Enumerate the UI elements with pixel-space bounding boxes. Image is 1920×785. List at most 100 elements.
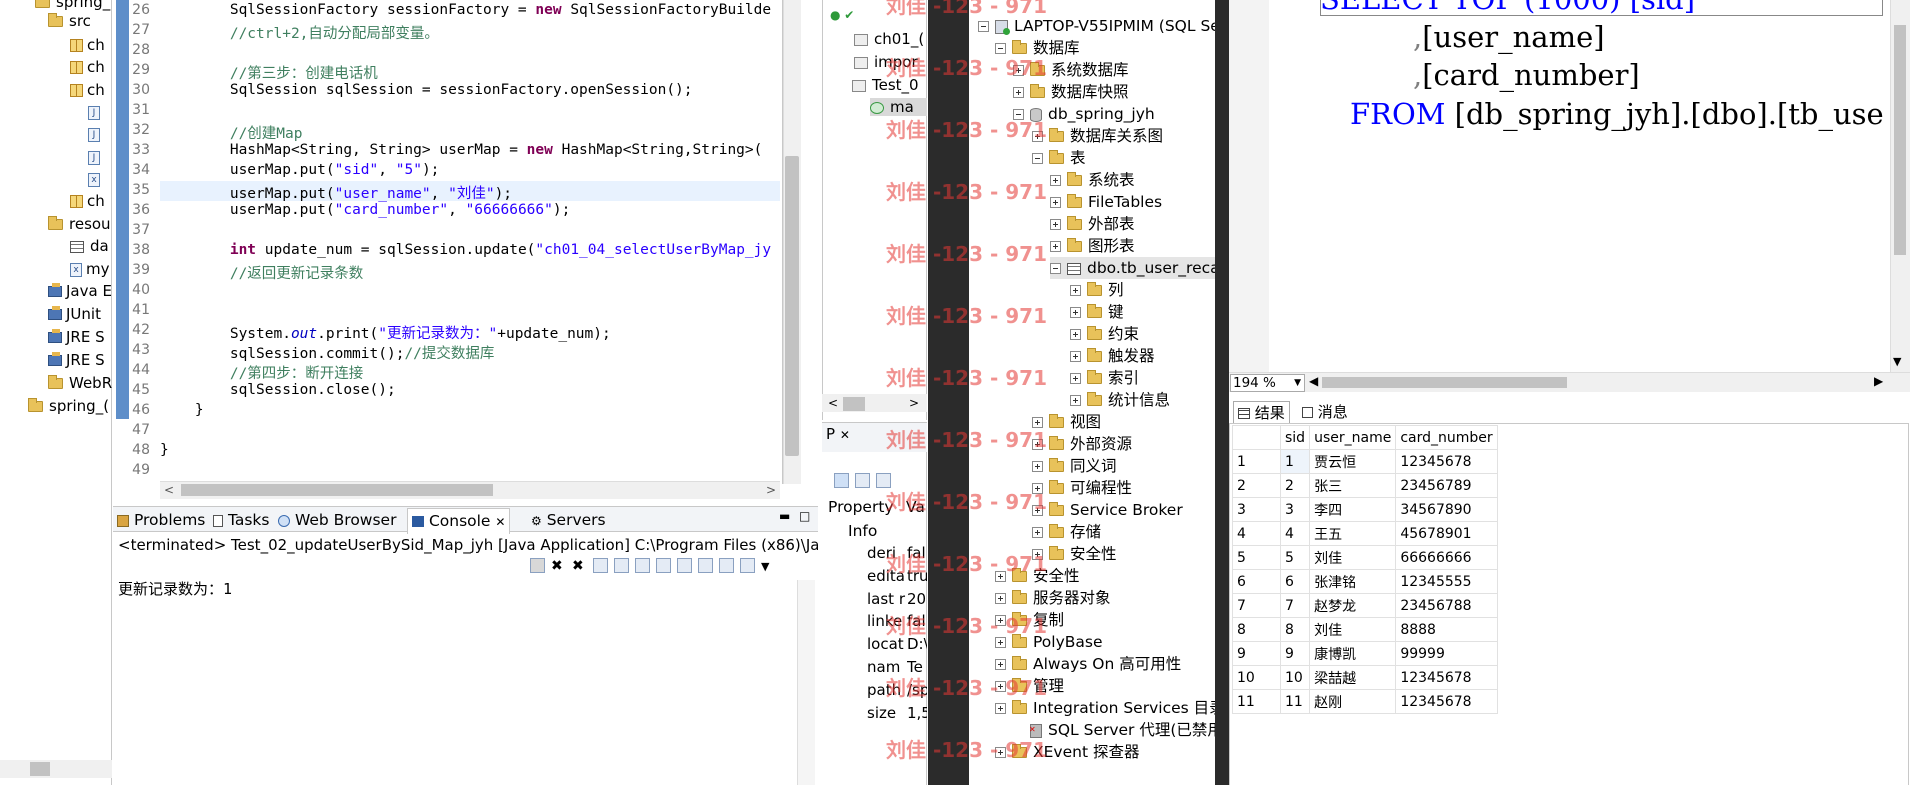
grid-cell[interactable]: 45678901	[1395, 521, 1498, 546]
remove-all-icon[interactable]: ✖	[572, 558, 587, 574]
outline-hscroll-thumb[interactable]	[843, 397, 865, 411]
scroll-left-arrow-icon[interactable]: ◀	[1309, 374, 1318, 388]
grid-cell[interactable]: 梁喆越	[1309, 665, 1397, 690]
row-number[interactable]: 1	[1232, 449, 1281, 474]
table-child-node[interactable]: 键	[1070, 301, 1124, 323]
code-line[interactable]: //第三步：创建电话机	[160, 62, 780, 83]
package-explorer-item[interactable]: x	[88, 168, 104, 190]
sql-agent-node[interactable]: SQL Server 代理(已禁用代理	[1013, 719, 1215, 741]
expand-icon[interactable]	[995, 659, 1006, 670]
package-explorer-item[interactable]: src	[48, 10, 91, 32]
package-explorer-item[interactable]: ch	[70, 79, 105, 101]
property-value[interactable]: tru	[907, 567, 927, 585]
database-child-node[interactable]: 可编程性	[1032, 477, 1132, 499]
table-row[interactable]: 5 5 刘佳 66666666	[1232, 545, 1498, 570]
expand-icon[interactable]	[1050, 175, 1061, 186]
grid-cell[interactable]: 12345555	[1395, 569, 1498, 594]
row-number[interactable]: 2	[1232, 473, 1281, 498]
scroll-right-arrow-icon[interactable]: ▶	[1874, 374, 1883, 388]
expand-icon[interactable]	[1013, 87, 1024, 98]
column-header[interactable]: card_number	[1395, 425, 1498, 450]
package-explorer-item[interactable]: J	[88, 146, 104, 168]
grid-cell[interactable]: 34567890	[1395, 497, 1498, 522]
expand-icon[interactable]	[1070, 285, 1081, 296]
view-menu-icon[interactable]: ▼	[761, 560, 769, 573]
expand-icon[interactable]	[1070, 351, 1081, 362]
grid-cell[interactable]: 12345678	[1395, 665, 1498, 690]
server-child-node[interactable]: 服务器对象	[995, 587, 1111, 609]
database-node[interactable]: db_spring_jyh	[1013, 103, 1155, 125]
outline-item[interactable]: ch01_(	[854, 30, 927, 48]
package-explorer-item[interactable]: da	[70, 235, 109, 257]
package-explorer-item[interactable]: J	[88, 123, 104, 145]
row-number[interactable]: 4	[1232, 521, 1281, 546]
grid-cell[interactable]: 贾云恒	[1309, 449, 1397, 474]
grid-cell[interactable]: 4	[1279, 521, 1311, 546]
db-diagrams-node[interactable]: 数据库关系图	[1032, 125, 1163, 147]
package-explorer-item[interactable]: ch	[70, 56, 105, 78]
scroll-right-arrow-icon[interactable]: >	[766, 483, 776, 497]
code-line[interactable]: sqlSession.close();	[160, 382, 780, 398]
filter-icon[interactable]	[855, 473, 870, 488]
grid-cell[interactable]: 7	[1279, 593, 1311, 618]
code-line[interactable]: SqlSession sqlSession = sessionFactory.o…	[160, 82, 780, 98]
expand-icon[interactable]	[995, 615, 1006, 626]
table-child-node[interactable]: 列	[1070, 279, 1124, 301]
code-line[interactable]: }	[160, 442, 780, 458]
word-wrap-icon[interactable]	[635, 558, 650, 573]
close-icon[interactable]: ✕	[495, 515, 505, 529]
grid-cell[interactable]: 66666666	[1395, 545, 1498, 570]
display-selected-console-icon[interactable]	[719, 558, 734, 573]
tab-console[interactable]: Console ✕	[407, 508, 511, 534]
package-explorer-item[interactable]: spring_(	[28, 395, 109, 417]
expand-icon[interactable]	[995, 681, 1006, 692]
xevent-node[interactable]: XEvent 探查器	[995, 741, 1139, 763]
expand-icon[interactable]	[995, 593, 1006, 604]
database-child-node[interactable]: 视图	[1032, 411, 1101, 433]
pin-console-icon[interactable]	[698, 558, 713, 573]
show-on-output-icon[interactable]	[656, 558, 671, 573]
scroll-left-arrow-icon[interactable]: <	[164, 483, 174, 497]
restore-default-icon[interactable]	[876, 473, 891, 488]
package-explorer-item[interactable]: ch	[70, 34, 105, 56]
table-row[interactable]: 11 11 赵刚 12345678	[1232, 689, 1498, 714]
tab-servers[interactable]: ⚙ Servers	[531, 511, 606, 529]
grid-cell[interactable]: 10	[1279, 665, 1311, 690]
server-child-node[interactable]: PolyBase	[995, 631, 1103, 653]
outline-item[interactable]: Test_0	[852, 76, 927, 94]
grid-cell[interactable]: 23456789	[1395, 473, 1498, 498]
table-row[interactable]: 6 6 张津铭 12345555	[1232, 569, 1498, 594]
property-value[interactable]: fal	[907, 612, 927, 630]
grid-cell[interactable]: 8	[1279, 617, 1311, 642]
grid-cell[interactable]: 2	[1279, 473, 1311, 498]
expand-icon[interactable]	[1032, 461, 1043, 472]
row-number[interactable]: 5	[1232, 545, 1281, 570]
clear-console-icon[interactable]	[593, 558, 608, 573]
expand-icon[interactable]	[995, 637, 1006, 648]
row-number[interactable]: 9	[1232, 641, 1281, 666]
grid-cell[interactable]: 99999	[1395, 641, 1498, 666]
code-line[interactable]: userMap.put("card_number", "66666666");	[160, 202, 780, 218]
tables-child-node[interactable]: FileTables	[1050, 191, 1162, 213]
scroll-right-arrow-icon[interactable]: >	[909, 396, 919, 410]
system-databases-node[interactable]: 系统数据库	[1013, 59, 1129, 81]
tab-web-browser[interactable]: Web Browser	[278, 511, 396, 529]
table-row[interactable]: 7 7 赵梦龙 23456788	[1232, 593, 1498, 618]
package-explorer-item[interactable]: Java E	[48, 280, 112, 302]
tables-child-node[interactable]: 系统表	[1050, 169, 1135, 191]
row-number[interactable]: 10	[1232, 665, 1281, 690]
property-value[interactable]: /sp	[907, 681, 927, 699]
grid-cell[interactable]: 刘佳	[1309, 617, 1397, 642]
collapse-icon[interactable]	[995, 43, 1006, 54]
code-line[interactable]: SqlSessionFactory sessionFactory = new S…	[160, 2, 780, 18]
package-explorer-item[interactable]: resou	[48, 213, 111, 235]
minimize-icon[interactable]: ▬	[779, 509, 790, 523]
package-explorer-item[interactable]: JRE S	[48, 326, 105, 348]
grid-cell[interactable]: 3	[1279, 497, 1311, 522]
expand-icon[interactable]	[995, 703, 1006, 714]
expand-icon[interactable]	[1032, 549, 1043, 560]
grid-cell[interactable]: 刘佳	[1309, 545, 1397, 570]
code-line[interactable]: //创建Map	[160, 122, 780, 143]
server-child-node[interactable]: 复制	[995, 609, 1064, 631]
package-explorer-item[interactable]: JUnit	[48, 303, 101, 325]
